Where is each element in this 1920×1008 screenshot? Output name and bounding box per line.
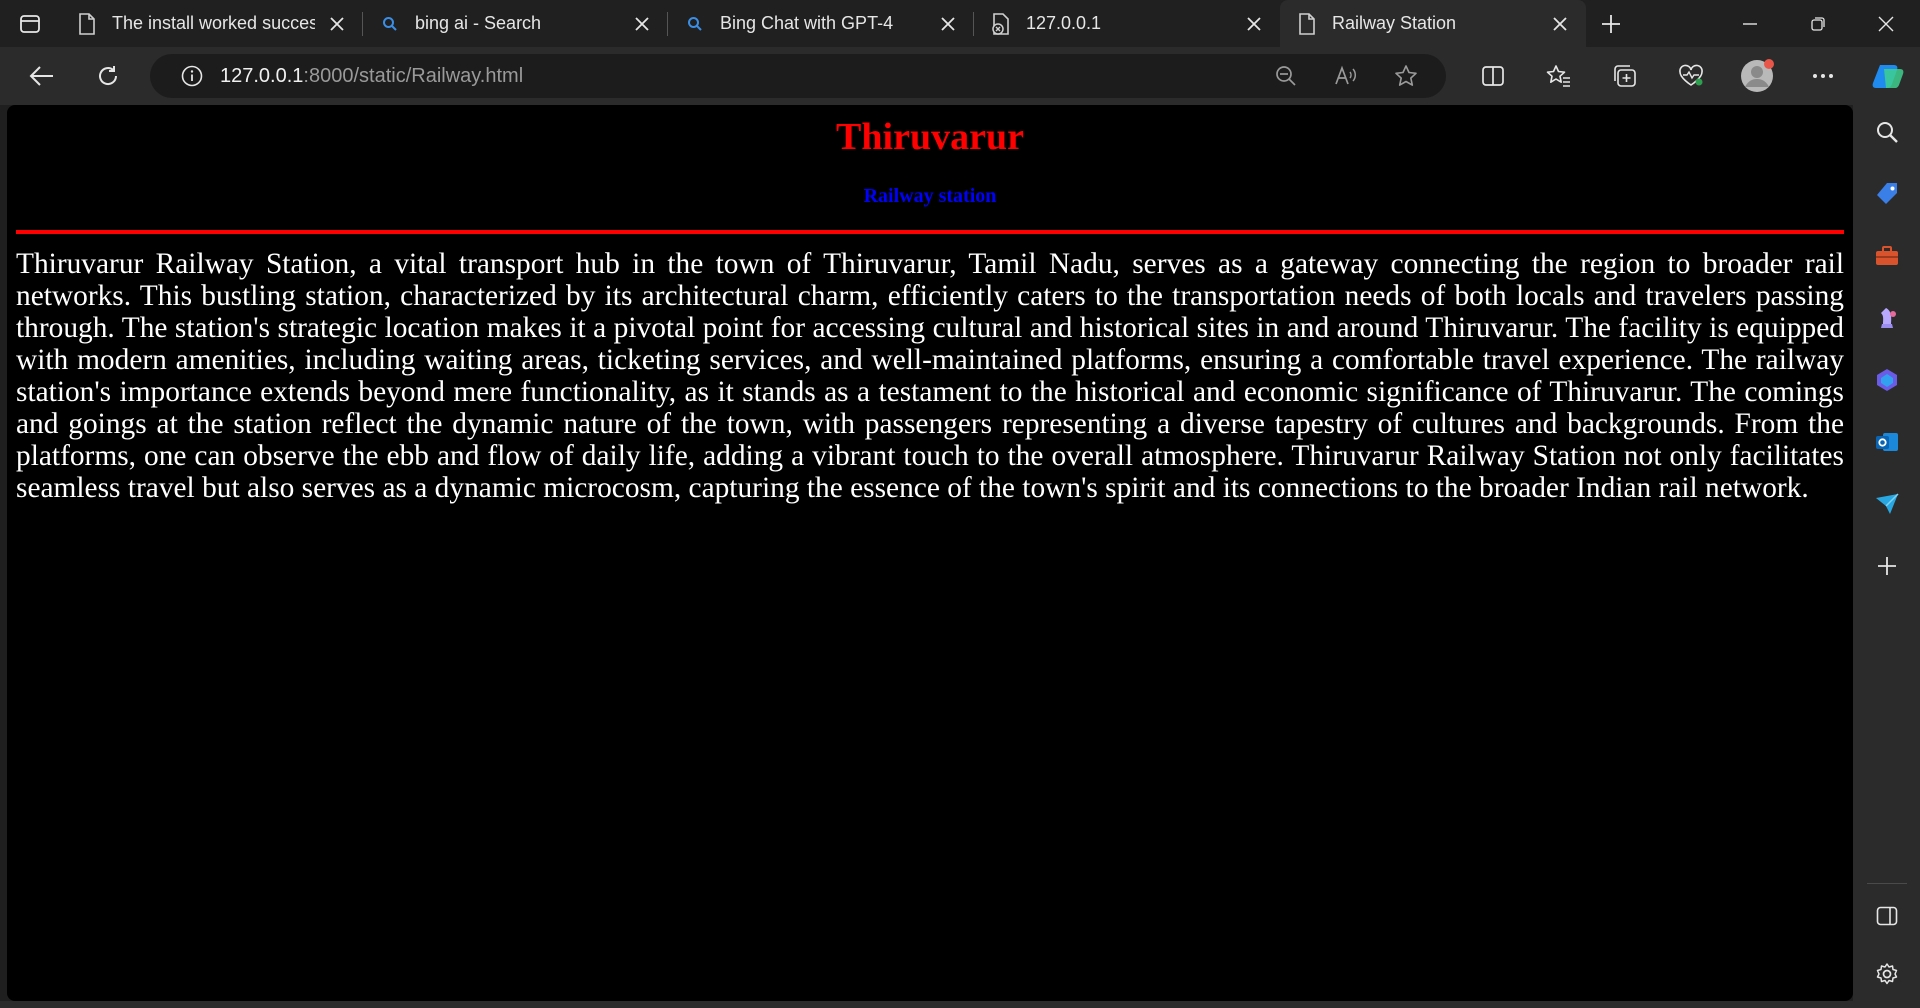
collections-button[interactable] — [1592, 47, 1658, 105]
zoom-out-icon — [1276, 66, 1296, 86]
url-host: 127.0.0.1 — [220, 64, 304, 87]
search-icon — [379, 13, 401, 35]
tab-bing-chat[interactable]: Bing Chat with GPT-4 — [668, 0, 974, 47]
minimize-button[interactable] — [1716, 0, 1784, 47]
info-icon — [181, 65, 203, 87]
new-tab-button[interactable] — [1586, 0, 1636, 47]
tab-title: 127.0.0.1 — [1026, 13, 1102, 33]
edge-sidebar — [1853, 105, 1920, 1008]
split-screen-button[interactable] — [1460, 47, 1526, 105]
tab-strip: The install worked successfully! Congrat… — [0, 0, 1920, 47]
close-tab-icon[interactable] — [1546, 10, 1574, 38]
url-path: :8000/static/Railway.html — [303, 64, 524, 87]
sidebar-shopping-button[interactable] — [1853, 167, 1920, 221]
tab-title: bing ai - Search — [415, 13, 542, 33]
minimize-icon — [1743, 22, 1757, 25]
copilot-app-icon — [1876, 369, 1897, 391]
tab-title: Railway Station — [1332, 13, 1457, 33]
restore-icon — [1811, 16, 1825, 31]
page-subheading: Railway station — [863, 185, 997, 207]
tab-actions-icon — [20, 14, 40, 33]
url-text[interactable]: 127.0.0.1:8000/static/Railway.html — [220, 65, 523, 88]
page-paragraph: Thiruvarur Railway Station, a vital tran… — [16, 248, 1844, 504]
tab-actions-button[interactable] — [0, 0, 60, 47]
close-tab-icon[interactable] — [323, 10, 351, 38]
avatar — [1741, 59, 1774, 92]
page-icon — [76, 12, 98, 35]
search-icon — [684, 13, 706, 35]
sidebar-add-button[interactable] — [1853, 539, 1920, 593]
back-button[interactable] — [16, 50, 68, 102]
tab-localhost[interactable]: 127.0.0.1 — [974, 0, 1280, 47]
more-icon — [1813, 74, 1833, 78]
sidebar-outlook-button[interactable] — [1853, 415, 1920, 469]
tab-title: The install worked successfully! Congrat… — [112, 13, 315, 33]
profile-button[interactable] — [1724, 47, 1790, 105]
hide-sidebar-button[interactable] — [1853, 889, 1920, 943]
chess-piece-icon — [1880, 308, 1896, 328]
plus-icon — [1877, 557, 1896, 575]
heart-pulse-icon — [1679, 64, 1703, 86]
tab-install-worked[interactable]: The install worked successfully! Congrat… — [60, 0, 363, 47]
close-window-button[interactable] — [1852, 0, 1920, 47]
sidebar-panel-icon — [1876, 906, 1897, 926]
site-info-button[interactable] — [170, 54, 214, 98]
settings-more-button[interactable] — [1790, 47, 1856, 105]
sidebar-search-button[interactable] — [1853, 105, 1920, 159]
web-page: Thiruvarur Railway station Thiruvarur Ra… — [7, 105, 1853, 1001]
favorites-button[interactable] — [1526, 47, 1592, 105]
sidebar-tools-button[interactable] — [1853, 229, 1920, 283]
sidebar-settings-button[interactable] — [1853, 947, 1920, 1001]
split-screen-icon — [1482, 66, 1504, 86]
favorites-list-icon — [1546, 65, 1570, 87]
copilot-button[interactable] — [1856, 47, 1920, 105]
window-controls — [1716, 0, 1920, 47]
collections-icon — [1614, 65, 1636, 87]
restore-button[interactable] — [1784, 0, 1852, 47]
refresh-button[interactable] — [82, 50, 134, 102]
plus-icon — [1602, 14, 1620, 33]
window-bottom-border — [0, 1001, 1853, 1008]
close-tab-icon[interactable] — [1240, 10, 1268, 38]
tab-railway-station[interactable]: Railway Station — [1280, 0, 1586, 47]
back-arrow-icon — [29, 66, 53, 86]
gear-icon — [1876, 963, 1897, 985]
toolbox-icon — [1875, 246, 1898, 265]
favorite-button[interactable] — [1376, 54, 1436, 98]
tab-bing-search[interactable]: bing ai - Search — [363, 0, 668, 47]
browser-essentials-button[interactable] — [1658, 47, 1724, 105]
close-tab-icon[interactable] — [934, 10, 962, 38]
outlook-icon — [1875, 433, 1898, 451]
page-heading: Thiruvarur — [836, 116, 1024, 158]
search-icon — [1876, 122, 1898, 143]
tab-title: Bing Chat with GPT-4 — [720, 13, 894, 33]
sidebar-drop-button[interactable] — [1853, 477, 1920, 531]
browser-toolbar: 127.0.0.1:8000/static/Railway.html — [0, 47, 1920, 105]
page-error-icon — [990, 12, 1012, 35]
sidebar-copilot-button[interactable] — [1853, 353, 1920, 407]
sidebar-games-button[interactable] — [1853, 291, 1920, 345]
shopping-tag-icon — [1876, 183, 1897, 204]
page-icon — [1296, 12, 1318, 35]
close-icon — [1878, 16, 1894, 31]
read-aloud-button[interactable] — [1316, 54, 1376, 98]
sidebar-divider — [1867, 883, 1907, 884]
zoom-button[interactable] — [1256, 54, 1316, 98]
copilot-icon — [1872, 65, 1904, 88]
address-bar[interactable]: 127.0.0.1:8000/static/Railway.html — [150, 54, 1446, 98]
star-icon — [1395, 65, 1417, 86]
send-icon — [1875, 493, 1899, 514]
close-tab-icon[interactable] — [628, 10, 656, 38]
read-aloud-icon — [1335, 65, 1357, 85]
refresh-icon — [99, 66, 118, 85]
